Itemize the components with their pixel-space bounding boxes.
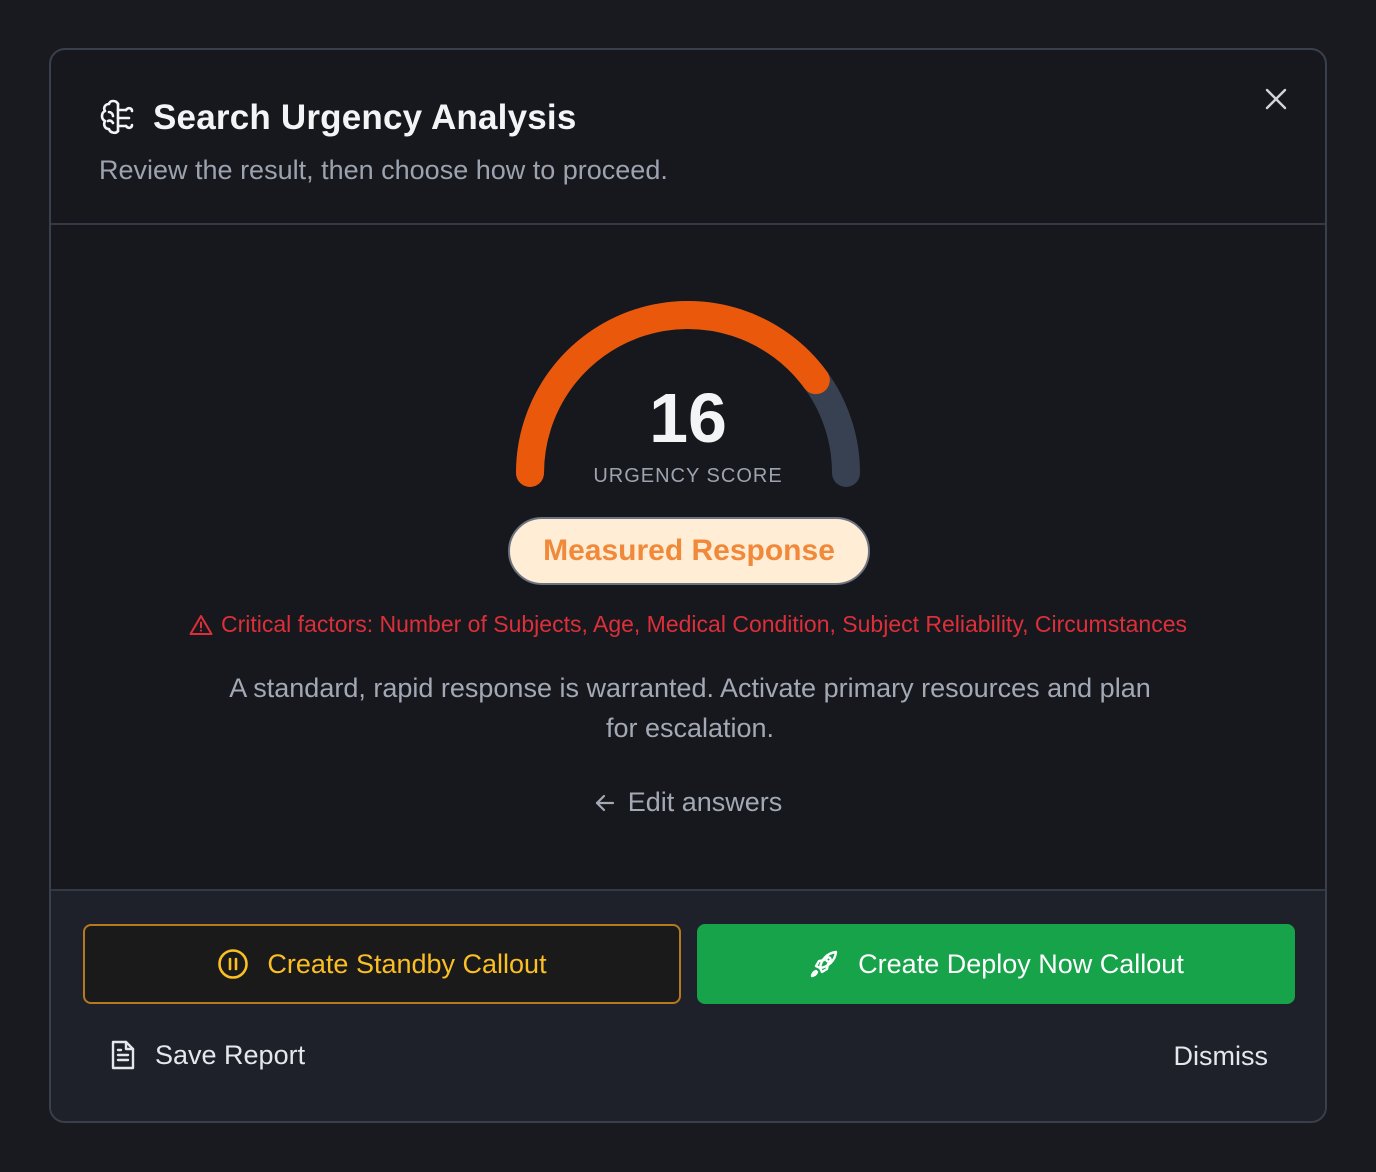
arrow-left-icon bbox=[595, 794, 614, 811]
standby-button-label: Create Standby Callout bbox=[267, 948, 547, 979]
brain-icon bbox=[100, 99, 134, 135]
close-button[interactable] bbox=[1259, 82, 1293, 116]
urgency-score-value: 16 bbox=[649, 379, 727, 457]
result-body: 16 URGENCY SCORE Measured Response Criti… bbox=[51, 225, 1325, 889]
response-level-badge: Measured Response bbox=[508, 517, 870, 585]
result-description: A standard, rapid response is warranted.… bbox=[229, 673, 1151, 743]
create-standby-callout-button[interactable]: Create Standby Callout bbox=[83, 924, 681, 1004]
dialog-footer: Create Standby Callout Create Deploy Now… bbox=[51, 889, 1325, 1121]
create-deploy-now-callout-button[interactable]: Create Deploy Now Callout bbox=[697, 924, 1295, 1004]
save-report-label: Save Report bbox=[155, 1039, 306, 1070]
edit-answers-label: Edit answers bbox=[627, 787, 783, 817]
urgency-gauge: 16 URGENCY SCORE bbox=[506, 295, 870, 495]
rocket-icon bbox=[810, 950, 838, 978]
page-subtitle: Review the result, then choose how to pr… bbox=[99, 155, 668, 185]
page-title: Search Urgency Analysis bbox=[153, 98, 577, 137]
deploy-button-label: Create Deploy Now Callout bbox=[858, 948, 1184, 979]
urgency-analysis-dialog: Search Urgency Analysis Review the resul… bbox=[49, 48, 1327, 1123]
warning-icon bbox=[189, 614, 213, 635]
edit-answers-link[interactable]: Edit answers bbox=[51, 787, 1325, 818]
dialog-header: Search Urgency Analysis Review the resul… bbox=[51, 50, 1325, 225]
save-report-button[interactable]: Save Report bbox=[109, 1039, 305, 1071]
critical-factors: Critical factors: Number of Subjects, Ag… bbox=[51, 611, 1325, 638]
dismiss-button[interactable]: Dismiss bbox=[1174, 1041, 1269, 1072]
close-icon bbox=[1265, 88, 1287, 110]
document-icon bbox=[111, 1040, 135, 1070]
urgency-score-label: URGENCY SCORE bbox=[593, 465, 783, 487]
pause-circle-icon bbox=[218, 949, 249, 979]
title-row: Search Urgency Analysis bbox=[99, 98, 577, 138]
critical-factors-text: Critical factors: Number of Subjects, Ag… bbox=[221, 611, 1187, 637]
